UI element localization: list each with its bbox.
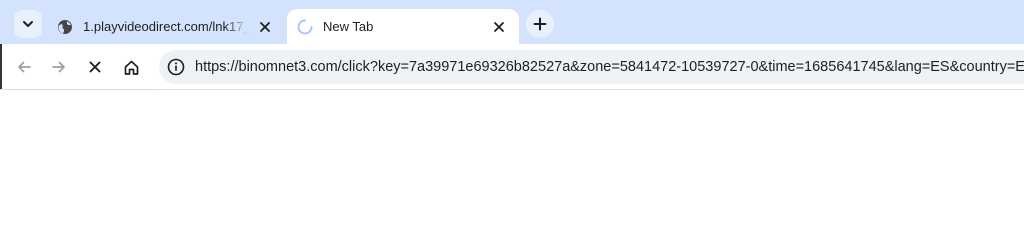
- page-content: [0, 90, 1024, 208]
- back-button[interactable]: [9, 52, 39, 82]
- tab-new-tab[interactable]: New Tab: [287, 9, 519, 44]
- close-icon: [88, 60, 102, 74]
- home-button[interactable]: [116, 52, 146, 82]
- stop-button[interactable]: [80, 52, 110, 82]
- chevron-down-icon: [22, 18, 34, 30]
- info-icon[interactable]: [167, 58, 185, 76]
- plus-icon: [533, 17, 547, 31]
- home-icon: [123, 59, 140, 76]
- tab-search-button[interactable]: [14, 10, 42, 38]
- tab-title: 1.playvideodirect.com/lnk17_5.h: [83, 19, 249, 34]
- globe-icon: [57, 19, 73, 35]
- address-bar[interactable]: https://binomnet3.com/click?key=7a39971e…: [159, 50, 1024, 84]
- tab-title: New Tab: [323, 19, 374, 34]
- tab-close-icon[interactable]: [489, 17, 509, 37]
- toolbar: https://binomnet3.com/click?key=7a39971e…: [0, 44, 1024, 89]
- new-tab-button[interactable]: [526, 10, 554, 38]
- tab-close-icon[interactable]: [255, 17, 275, 37]
- arrow-left-icon: [16, 59, 32, 75]
- tab-playvideodirect[interactable]: 1.playvideodirect.com/lnk17_5.h: [47, 9, 285, 44]
- tab-strip: 1.playvideodirect.com/lnk17_5.h New Tab: [0, 0, 1024, 44]
- forward-button[interactable]: [44, 52, 74, 82]
- loading-spinner-icon: [297, 19, 313, 35]
- window-edge: [0, 44, 2, 94]
- browser-window: 1.playvideodirect.com/lnk17_5.h New Tab: [0, 0, 1024, 208]
- arrow-right-icon: [51, 59, 67, 75]
- url-text[interactable]: https://binomnet3.com/click?key=7a39971e…: [195, 59, 1024, 75]
